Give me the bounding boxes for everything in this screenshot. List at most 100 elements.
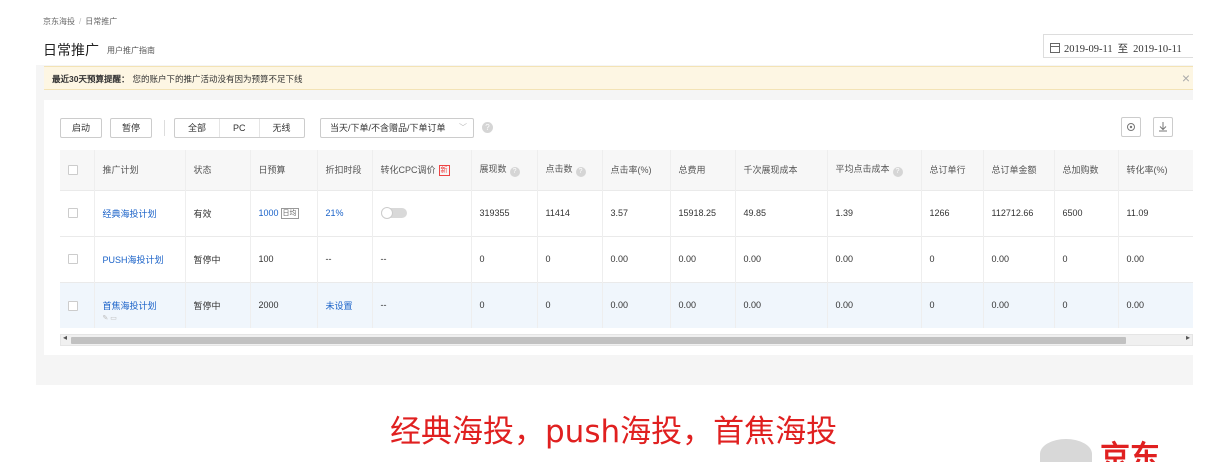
- breadcrumb-current: 日常推广: [85, 17, 118, 26]
- gear-icon: [1127, 123, 1135, 131]
- pause-button[interactable]: 暂停: [110, 118, 152, 138]
- status-cell: 暂停中: [185, 281, 251, 328]
- breadcrumb: 京东海投 / 日常推广: [43, 17, 118, 26]
- plan-link[interactable]: PUSH海投计划: [103, 255, 164, 265]
- calendar-icon: [1050, 43, 1060, 53]
- logo-text: 京东: [1100, 441, 1160, 462]
- avg-cpc-cell: 0.00: [827, 281, 922, 328]
- avg-cpc-cell: 0.00: [827, 235, 922, 282]
- select-all-checkbox[interactable]: [68, 165, 78, 176]
- help-icon[interactable]: ?: [575, 167, 586, 178]
- budget-link[interactable]: 1000: [259, 208, 279, 218]
- order-type-select[interactable]: 当天/下单/不含赠品/下单订单 ﹀: [320, 118, 474, 138]
- page-header: 京东海投 / 日常推广 日常推广 用户推广指南 2019-09-11 至 2019-10…: [36, 10, 1193, 65]
- download-button[interactable]: [1153, 117, 1173, 137]
- col-cost: 总费用: [670, 150, 736, 190]
- row-action-icons[interactable]: ✎ ▭: [103, 314, 117, 322]
- help-icon[interactable]: ?: [509, 167, 520, 178]
- app-window: 京东海投 / 日常推广 日常推广 用户推广指南 2019-09-11 至 2019-10…: [36, 10, 1193, 385]
- horizontal-scrollbar[interactable]: ◂ ▸: [60, 333, 1193, 346]
- cpc-toggle[interactable]: [380, 207, 407, 220]
- cpm-cell: 49.85: [735, 189, 828, 236]
- date-separator: 至: [1117, 44, 1129, 55]
- table-header-row: 推广计划 状态 日预算 折扣时段 转化CPC调价新 展现数? 点击数? 点击率(…: [60, 150, 1193, 190]
- caption-text: 经典海投，push海投，首焦海投: [390, 412, 837, 452]
- col-avg-cpc-label: 平均点击成本: [835, 164, 890, 175]
- toolbar: 启动 暂停 全部 PC 无线 当天/下单/不含赠品/下单订单 ﹀ ?: [60, 117, 1193, 140]
- page-title: 日常推广: [43, 42, 99, 58]
- orders-cell: 0: [921, 281, 984, 328]
- plan-link[interactable]: 经典海投计划: [103, 209, 157, 219]
- breadcrumb-root[interactable]: 京东海投: [43, 17, 75, 26]
- toolbar-divider: [164, 120, 165, 136]
- col-orders: 总订单行: [921, 150, 984, 190]
- daily-tag: 日均: [280, 207, 299, 219]
- scroll-left-icon[interactable]: ◂: [63, 333, 67, 342]
- conv-cell: 0.00: [1118, 281, 1193, 328]
- chevron-down-icon: ﹀: [459, 123, 467, 132]
- platform-filter: 全部 PC 无线: [174, 118, 305, 138]
- ctr-cell: 0.00: [602, 235, 671, 282]
- clicks-cell: 0: [537, 235, 603, 282]
- plan-link[interactable]: 首焦海投计划: [103, 301, 157, 311]
- col-clicks-label: 点击数: [545, 164, 573, 175]
- cpc-cell: --: [372, 235, 472, 282]
- table-row: PUSH海投计划 暂停中 100 -- -- 0 0 0.00 0.00 0.0…: [60, 235, 1193, 282]
- notice-text: 您的账户下的推广活动没有因为预算不足下线: [132, 74, 303, 84]
- close-icon[interactable]: ×: [1182, 70, 1190, 86]
- order-amount-cell: 0.00: [983, 281, 1055, 328]
- start-button[interactable]: 启动: [60, 118, 102, 138]
- date-range-picker[interactable]: 2019-09-11 至 2019-10-11: [1043, 34, 1193, 58]
- col-impressions-label: 展现数: [479, 164, 507, 175]
- cost-cell: 0.00: [670, 235, 736, 282]
- jd-logo: 京东: [1040, 436, 1180, 462]
- status-cell: 有效: [185, 189, 251, 236]
- avg-cpc-cell: 1.39: [827, 189, 922, 236]
- mascot-icon: [1040, 439, 1092, 462]
- caption-part-3: 海投，首焦海投: [620, 414, 838, 450]
- row-checkbox[interactable]: [68, 300, 78, 311]
- col-order-amount: 总订单金额: [983, 150, 1055, 190]
- caption-part-1: 经典海投，: [390, 414, 545, 450]
- row-checkbox[interactable]: [68, 208, 78, 219]
- carts-cell: 0: [1054, 235, 1119, 282]
- status-cell: 暂停中: [185, 235, 251, 282]
- cost-cell: 0.00: [670, 281, 736, 328]
- discount-link[interactable]: 未设置: [326, 301, 353, 311]
- filter-all[interactable]: 全部: [175, 119, 219, 137]
- user-guide-link[interactable]: 用户推广指南: [107, 45, 155, 56]
- filter-wireless[interactable]: 无线: [258, 119, 304, 137]
- scroll-right-icon[interactable]: ▸: [1186, 333, 1190, 342]
- col-plan: 推广计划: [94, 150, 186, 190]
- notice-title: 最近30天预算提醒：: [52, 74, 130, 84]
- impressions-cell: 0: [471, 235, 538, 282]
- budget-cell: 100: [250, 235, 318, 282]
- table-row: 首焦海投计划 ✎ ▭ 暂停中 2000 未设置 -- 0 0 0.00 0.00 …: [60, 281, 1193, 328]
- help-icon[interactable]: ?: [482, 122, 493, 133]
- budget-notice: 最近30天预算提醒： 您的账户下的推广活动没有因为预算不足下线 ×: [44, 66, 1193, 90]
- carts-cell: 6500: [1054, 189, 1119, 236]
- col-impressions[interactable]: 展现数?: [471, 150, 538, 190]
- col-avg-cpc[interactable]: 平均点击成本?: [827, 150, 922, 190]
- cpc-cell: --: [372, 281, 472, 328]
- filter-pc[interactable]: PC: [219, 119, 259, 137]
- col-status: 状态: [185, 150, 251, 190]
- cpm-cell: 0.00: [735, 235, 828, 282]
- col-discount: 折扣时段: [317, 150, 373, 190]
- impressions-cell: 319355: [471, 189, 538, 236]
- discount-link[interactable]: 21%: [326, 208, 344, 218]
- col-carts: 总加购数: [1054, 150, 1119, 190]
- col-budget: 日预算: [250, 150, 318, 190]
- discount-cell: --: [317, 235, 373, 282]
- cpm-cell: 0.00: [735, 281, 828, 328]
- budget-cell: 2000: [250, 281, 318, 328]
- scrollbar-thumb[interactable]: [71, 337, 1126, 344]
- row-checkbox[interactable]: [68, 254, 78, 265]
- orders-cell: 1266: [921, 189, 984, 236]
- download-icon: [1159, 122, 1167, 132]
- ctr-cell: 0.00: [602, 281, 671, 328]
- col-clicks[interactable]: 点击数?: [537, 150, 603, 190]
- settings-button[interactable]: [1121, 117, 1141, 137]
- cost-cell: 15918.25: [670, 189, 736, 236]
- help-icon[interactable]: ?: [892, 167, 903, 178]
